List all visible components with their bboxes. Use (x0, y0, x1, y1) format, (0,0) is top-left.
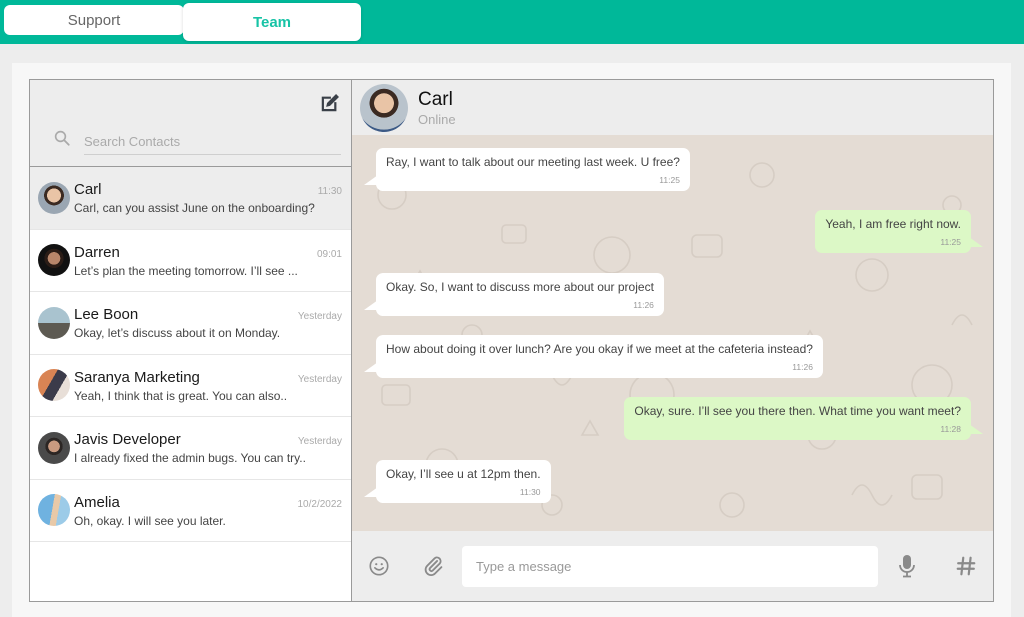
contact-name: Amelia (74, 493, 120, 511)
contact-name: Javis Developer (74, 431, 181, 449)
chat-panel: Carl Online Ray, I want to talk about ou… (352, 80, 993, 601)
hashtag-icon (956, 556, 976, 576)
message-time: 11:25 (940, 237, 961, 247)
contact-preview: Oh, okay. I will see you later. (74, 513, 226, 528)
contact-item-saranya-marketing[interactable]: Saranya Marketing Yesterday Yeah, I thin… (30, 354, 351, 417)
contact-time: 09:01 (316, 248, 342, 260)
avatar (38, 369, 70, 402)
contact-name: Saranya Marketing (74, 368, 200, 386)
emoji-button[interactable] (366, 553, 392, 579)
hashtag-button[interactable] (953, 553, 979, 579)
search-contacts-input[interactable] (84, 129, 341, 155)
contact-name: Darren (74, 243, 120, 261)
search-icon (54, 130, 70, 146)
voice-message-button[interactable] (894, 553, 920, 579)
message-time: 11:25 (659, 175, 680, 185)
message-time: 11:26 (633, 300, 654, 310)
contact-preview: Let’s plan the meeting tomorrow. I’ll se… (74, 263, 298, 278)
chat-contact-name: Carl (418, 88, 453, 110)
chat-status: Online (418, 111, 456, 127)
message-text: Okay, I’ll see u at 12pm then. (386, 467, 541, 481)
message-text: Yeah, I am free right now. (825, 217, 961, 231)
message-text: Okay, sure. I’ll see you there then. Wha… (634, 404, 961, 418)
contact-item-amelia[interactable]: Amelia 10/2/2022 Oh, okay. I will see yo… (30, 479, 351, 542)
contact-item-darren[interactable]: Darren 09:01 Let’s plan the meeting tomo… (30, 229, 351, 292)
incoming-message-bubble[interactable]: Okay, I’ll see u at 12pm then. 11:30 (364, 460, 551, 503)
message-text: Ray, I want to talk about our meeting la… (386, 155, 680, 169)
message-time: 11:30 (519, 487, 541, 497)
tab-support[interactable]: Support (4, 5, 184, 35)
avatar (38, 244, 70, 277)
tab-team[interactable]: Team (183, 3, 361, 41)
top-bar: Support Team (0, 0, 1024, 44)
contact-preview: I already fixed the admin bugs. You can … (74, 451, 306, 466)
contact-time: Yesterday (297, 373, 342, 385)
contact-name: Carl (74, 181, 102, 199)
incoming-message-bubble[interactable]: Ray, I want to talk about our meeting la… (364, 148, 690, 191)
microphone-icon (899, 555, 915, 578)
message-text: Okay. So, I want to discuss more about o… (386, 280, 654, 294)
contact-item-lee-boon[interactable]: Lee Boon Yesterday Okay, let’s discuss a… (30, 292, 351, 355)
contact-time: 10/2/2022 (297, 498, 343, 510)
message-composer (352, 531, 993, 601)
message-text: How about doing it over lunch? Are you o… (386, 342, 813, 356)
paperclip-icon (424, 556, 443, 577)
message-area[interactable]: Ray, I want to talk about our meeting la… (352, 135, 993, 531)
avatar (38, 431, 70, 464)
contact-preview: Carl, can you assist June on the onboard… (74, 201, 315, 216)
contact-time: Yesterday (297, 311, 342, 323)
contacts-sidebar: Carl 11:30 Carl, can you assist June on … (30, 80, 352, 601)
contact-name: Lee Boon (74, 306, 139, 324)
contact-time: Yesterday (297, 436, 342, 448)
avatar (38, 306, 70, 339)
contact-item-javis-developer[interactable]: Javis Developer Yesterday I already fixe… (30, 417, 351, 480)
message-input[interactable] (462, 545, 878, 587)
chat-app: Carl 11:30 Carl, can you assist June on … (29, 79, 994, 602)
contact-preview: Okay, let’s discuss about it on Monday. (74, 326, 281, 341)
avatar (38, 494, 70, 527)
message-time: 11:28 (940, 424, 961, 434)
outgoing-message-bubble[interactable]: Okay, sure. I’ll see you there then. Wha… (624, 397, 983, 440)
attach-button[interactable] (420, 553, 446, 579)
chat-header: Carl Online (352, 80, 993, 135)
compose-icon[interactable] (319, 92, 341, 114)
sidebar-header (30, 80, 351, 167)
contact-item-carl[interactable]: Carl 11:30 Carl, can you assist June on … (30, 167, 351, 230)
avatar (38, 181, 70, 214)
message-time: 11:26 (792, 362, 813, 372)
contact-time: 11:30 (317, 186, 342, 198)
chat-avatar[interactable] (360, 83, 408, 132)
incoming-message-bubble[interactable]: Okay. So, I want to discuss more about o… (364, 273, 664, 316)
contact-preview: Yeah, I think that is great. You can als… (74, 388, 288, 403)
outgoing-message-bubble[interactable]: Yeah, I am free right now. 11:25 (815, 210, 983, 253)
smiley-icon (369, 556, 389, 576)
incoming-message-bubble[interactable]: How about doing it over lunch? Are you o… (364, 335, 823, 378)
